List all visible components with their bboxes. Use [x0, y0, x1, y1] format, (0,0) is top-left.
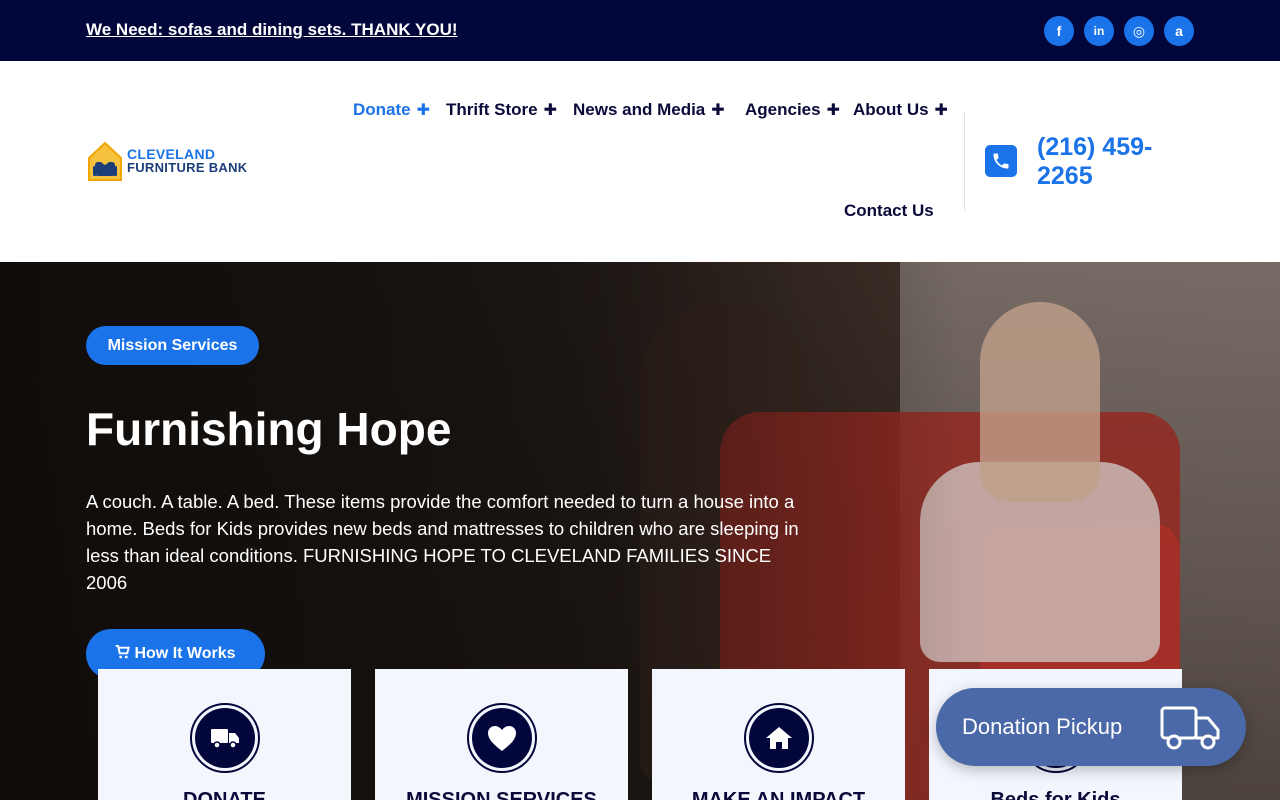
card-icon-circle	[190, 703, 260, 773]
plus-icon: ✚	[543, 102, 558, 119]
card-title: MAKE AN IMPACT	[691, 789, 866, 800]
how-it-works-label: How It Works	[134, 645, 236, 662]
plus-icon: ✚	[934, 102, 948, 119]
cart-icon	[115, 644, 131, 663]
nav-item-label: News and Media	[573, 100, 706, 119]
nav-item-label: Donate	[353, 100, 411, 119]
phone-icon	[985, 145, 1017, 177]
hero-description: A couch. A table. A bed. These items pro…	[86, 491, 799, 593]
mission-services-card[interactable]: MISSION SERVICES	[375, 669, 628, 800]
truck-icon	[211, 729, 239, 749]
instagram-icon[interactable]: ◎	[1124, 16, 1154, 46]
amazon-icon[interactable]: a	[1164, 16, 1194, 46]
logo-line-2: FURNITURE BANK	[127, 160, 248, 175]
linkedin-icon[interactable]: in	[1084, 16, 1114, 46]
nav-item-news-and-media[interactable]: News and Media ✚	[573, 100, 725, 120]
make-an-impact-card[interactable]: MAKE AN IMPACT	[652, 669, 905, 800]
donate-card[interactable]: DONATE	[98, 669, 351, 800]
donation-pickup-button[interactable]: Donation Pickup	[936, 688, 1246, 766]
nav-item-agencies[interactable]: Agencies ✚	[745, 100, 840, 120]
facebook-icon[interactable]: f	[1044, 16, 1074, 46]
truck-icon	[1160, 706, 1220, 750]
nav-item-donate[interactable]: Donate ✚	[353, 100, 430, 120]
nav-item-label: Thrift Store	[446, 100, 538, 119]
card-icon-circle	[744, 703, 814, 773]
logo-house-icon	[88, 141, 122, 181]
nav-item-thrift-store[interactable]: Thrift Store ✚	[446, 100, 557, 120]
announcement-link[interactable]: We Need: sofas and dining sets. THANK YO…	[86, 20, 458, 40]
plus-icon: ✚	[416, 102, 431, 119]
plus-icon: ✚	[826, 102, 840, 119]
header-divider	[964, 111, 965, 211]
card-icon-circle	[467, 703, 537, 773]
site-logo[interactable]: CLEVELAND FURNITURE BANK	[86, 140, 247, 182]
site-header: CLEVELAND FURNITURE BANK Donate ✚ Thrift…	[0, 61, 1280, 262]
card-title: MISSION SERVICES	[406, 789, 597, 800]
phone-number-link[interactable]: (216) 459-2265	[1037, 133, 1197, 191]
mission-services-tag[interactable]: Mission Services	[86, 326, 259, 365]
nav-item-label: About Us	[853, 100, 929, 119]
card-title: Beds for Kids	[990, 789, 1121, 800]
nav-item-label: Agencies	[745, 100, 821, 119]
home-icon	[766, 727, 792, 749]
plus-icon: ✚	[711, 102, 725, 119]
hero-title: Furnishing Hope	[86, 403, 452, 455]
heart-icon	[488, 725, 516, 751]
card-title: DONATE	[183, 789, 266, 800]
nav-item-contact-us[interactable]: Contact Us	[844, 201, 934, 221]
top-announcement-bar: We Need: sofas and dining sets. THANK YO…	[0, 0, 1280, 61]
nav-item-about-us[interactable]: About Us ✚	[853, 100, 948, 120]
donation-pickup-label: Donation Pickup	[962, 714, 1123, 739]
